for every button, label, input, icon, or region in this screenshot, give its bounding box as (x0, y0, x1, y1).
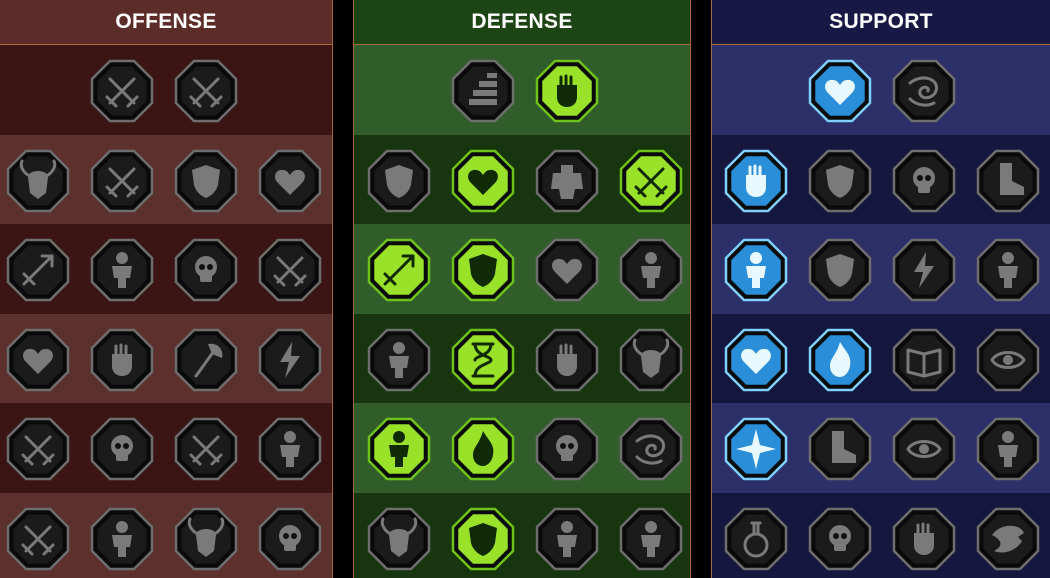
martial-stance-icon[interactable] (976, 417, 1040, 481)
defense-tier-row (354, 313, 690, 403)
sword-slash-icon[interactable] (90, 149, 154, 213)
support-rows (712, 45, 1050, 578)
defense-tier-row (354, 45, 690, 135)
potion-flask-icon[interactable] (724, 507, 788, 571)
open-book-icon[interactable] (892, 328, 956, 392)
defense-tier-row (354, 492, 690, 578)
hourglass-icon[interactable] (451, 328, 515, 392)
all-seeing-eye-icon[interactable] (892, 417, 956, 481)
dash-runner-icon[interactable] (367, 417, 431, 481)
meteor-icon[interactable] (808, 328, 872, 392)
swift-boot-icon[interactable] (808, 417, 872, 481)
offense-tier-row (0, 492, 332, 578)
defense-title: DEFENSE (354, 0, 690, 45)
anatomical-heart-icon[interactable] (451, 149, 515, 213)
defense-tier-row (354, 224, 690, 314)
stone-golem-icon[interactable] (535, 149, 599, 213)
tremor-cracks-icon[interactable] (892, 238, 956, 302)
offense-tier-row (0, 134, 332, 224)
chained-fist-icon[interactable] (892, 507, 956, 571)
poison-skull-icon[interactable] (892, 149, 956, 213)
chained-heart-icon[interactable] (724, 328, 788, 392)
crowd-icon[interactable] (367, 328, 431, 392)
panel-divider (334, 0, 352, 578)
support-tier-row (712, 45, 1050, 135)
skulls-icon[interactable] (90, 417, 154, 481)
cursed-heart-icon[interactable] (258, 149, 322, 213)
triple-blade-icon[interactable] (6, 417, 70, 481)
healing-heart-icon[interactable] (808, 59, 872, 123)
chevron-shield-icon[interactable] (367, 149, 431, 213)
fist-strike-icon[interactable] (90, 328, 154, 392)
sparkle-blade-icon[interactable] (6, 507, 70, 571)
horned-demon-icon[interactable] (174, 507, 238, 571)
skull-sun-icon[interactable] (535, 417, 599, 481)
dark-heart-icon[interactable] (535, 238, 599, 302)
knight-shield-icon[interactable] (451, 238, 515, 302)
offense-tier-row (0, 224, 332, 314)
offense-panel: OFFENSE (0, 0, 333, 578)
triple-flame-icon[interactable] (451, 417, 515, 481)
shield-breaker-icon[interactable] (174, 149, 238, 213)
angry-eyes-icon[interactable] (976, 328, 1040, 392)
bull-head-icon[interactable] (619, 328, 683, 392)
demon-figure-icon[interactable] (6, 149, 70, 213)
berserker-icon[interactable] (258, 417, 322, 481)
panel-divider (692, 0, 710, 578)
archer-dodge-icon[interactable] (367, 238, 431, 302)
offense-tier-row (0, 313, 332, 403)
swirl-strike-icon[interactable] (619, 417, 683, 481)
speeding-boot-icon[interactable] (976, 149, 1040, 213)
support-title: SUPPORT (712, 0, 1050, 45)
crossed-blades-icon[interactable] (619, 149, 683, 213)
dagger-heart-icon[interactable] (6, 328, 70, 392)
support-tier-row (712, 224, 1050, 314)
lightning-shield-icon[interactable] (808, 238, 872, 302)
support-tier-row (712, 492, 1050, 578)
death-mask-icon[interactable] (535, 507, 599, 571)
offense-tier-row (0, 45, 332, 135)
flexing-figure-icon[interactable] (619, 507, 683, 571)
praying-hands-icon[interactable] (724, 149, 788, 213)
support-tier-row (712, 313, 1050, 403)
flaming-helm-icon[interactable] (90, 507, 154, 571)
eagle-head-icon[interactable] (976, 507, 1040, 571)
talent-tree-screen: OFFENSE DEFENSE SUPPORT (0, 0, 1050, 578)
support-tier-row (712, 403, 1050, 493)
aegis-shield-icon[interactable] (808, 149, 872, 213)
open-hand-icon[interactable] (535, 328, 599, 392)
winged-beast-icon[interactable] (367, 507, 431, 571)
skull-wind-icon[interactable] (174, 238, 238, 302)
brick-wall-icon[interactable] (451, 59, 515, 123)
arrow-volley-icon[interactable] (6, 238, 70, 302)
grim-skull-icon[interactable] (808, 507, 872, 571)
compass-star-icon[interactable] (724, 417, 788, 481)
defense-tier-row (354, 134, 690, 224)
defense-panel: DEFENSE (353, 0, 691, 578)
crossed-swords-icon[interactable] (90, 59, 154, 123)
lightning-chain-icon[interactable] (258, 328, 322, 392)
offense-rows (0, 45, 332, 578)
shadow-clone-icon[interactable] (976, 238, 1040, 302)
sword-ring-icon[interactable] (174, 417, 238, 481)
defense-rows (354, 45, 690, 578)
support-panel: SUPPORT (711, 0, 1050, 578)
defense-tier-row (354, 403, 690, 493)
raised-fist-icon[interactable] (535, 59, 599, 123)
offense-title: OFFENSE (0, 0, 332, 45)
claw-slash-icon[interactable] (174, 59, 238, 123)
spiral-wind-icon[interactable] (892, 59, 956, 123)
hooded-head-icon[interactable] (619, 238, 683, 302)
fangs-icon[interactable] (90, 238, 154, 302)
support-tier-row (712, 134, 1050, 224)
empowered-figure-icon[interactable] (724, 238, 788, 302)
offense-tier-row (0, 403, 332, 493)
skull-burst-icon[interactable] (258, 507, 322, 571)
winged-shield-icon[interactable] (451, 507, 515, 571)
reaper-blade-icon[interactable] (258, 238, 322, 302)
battle-axe-icon[interactable] (174, 328, 238, 392)
